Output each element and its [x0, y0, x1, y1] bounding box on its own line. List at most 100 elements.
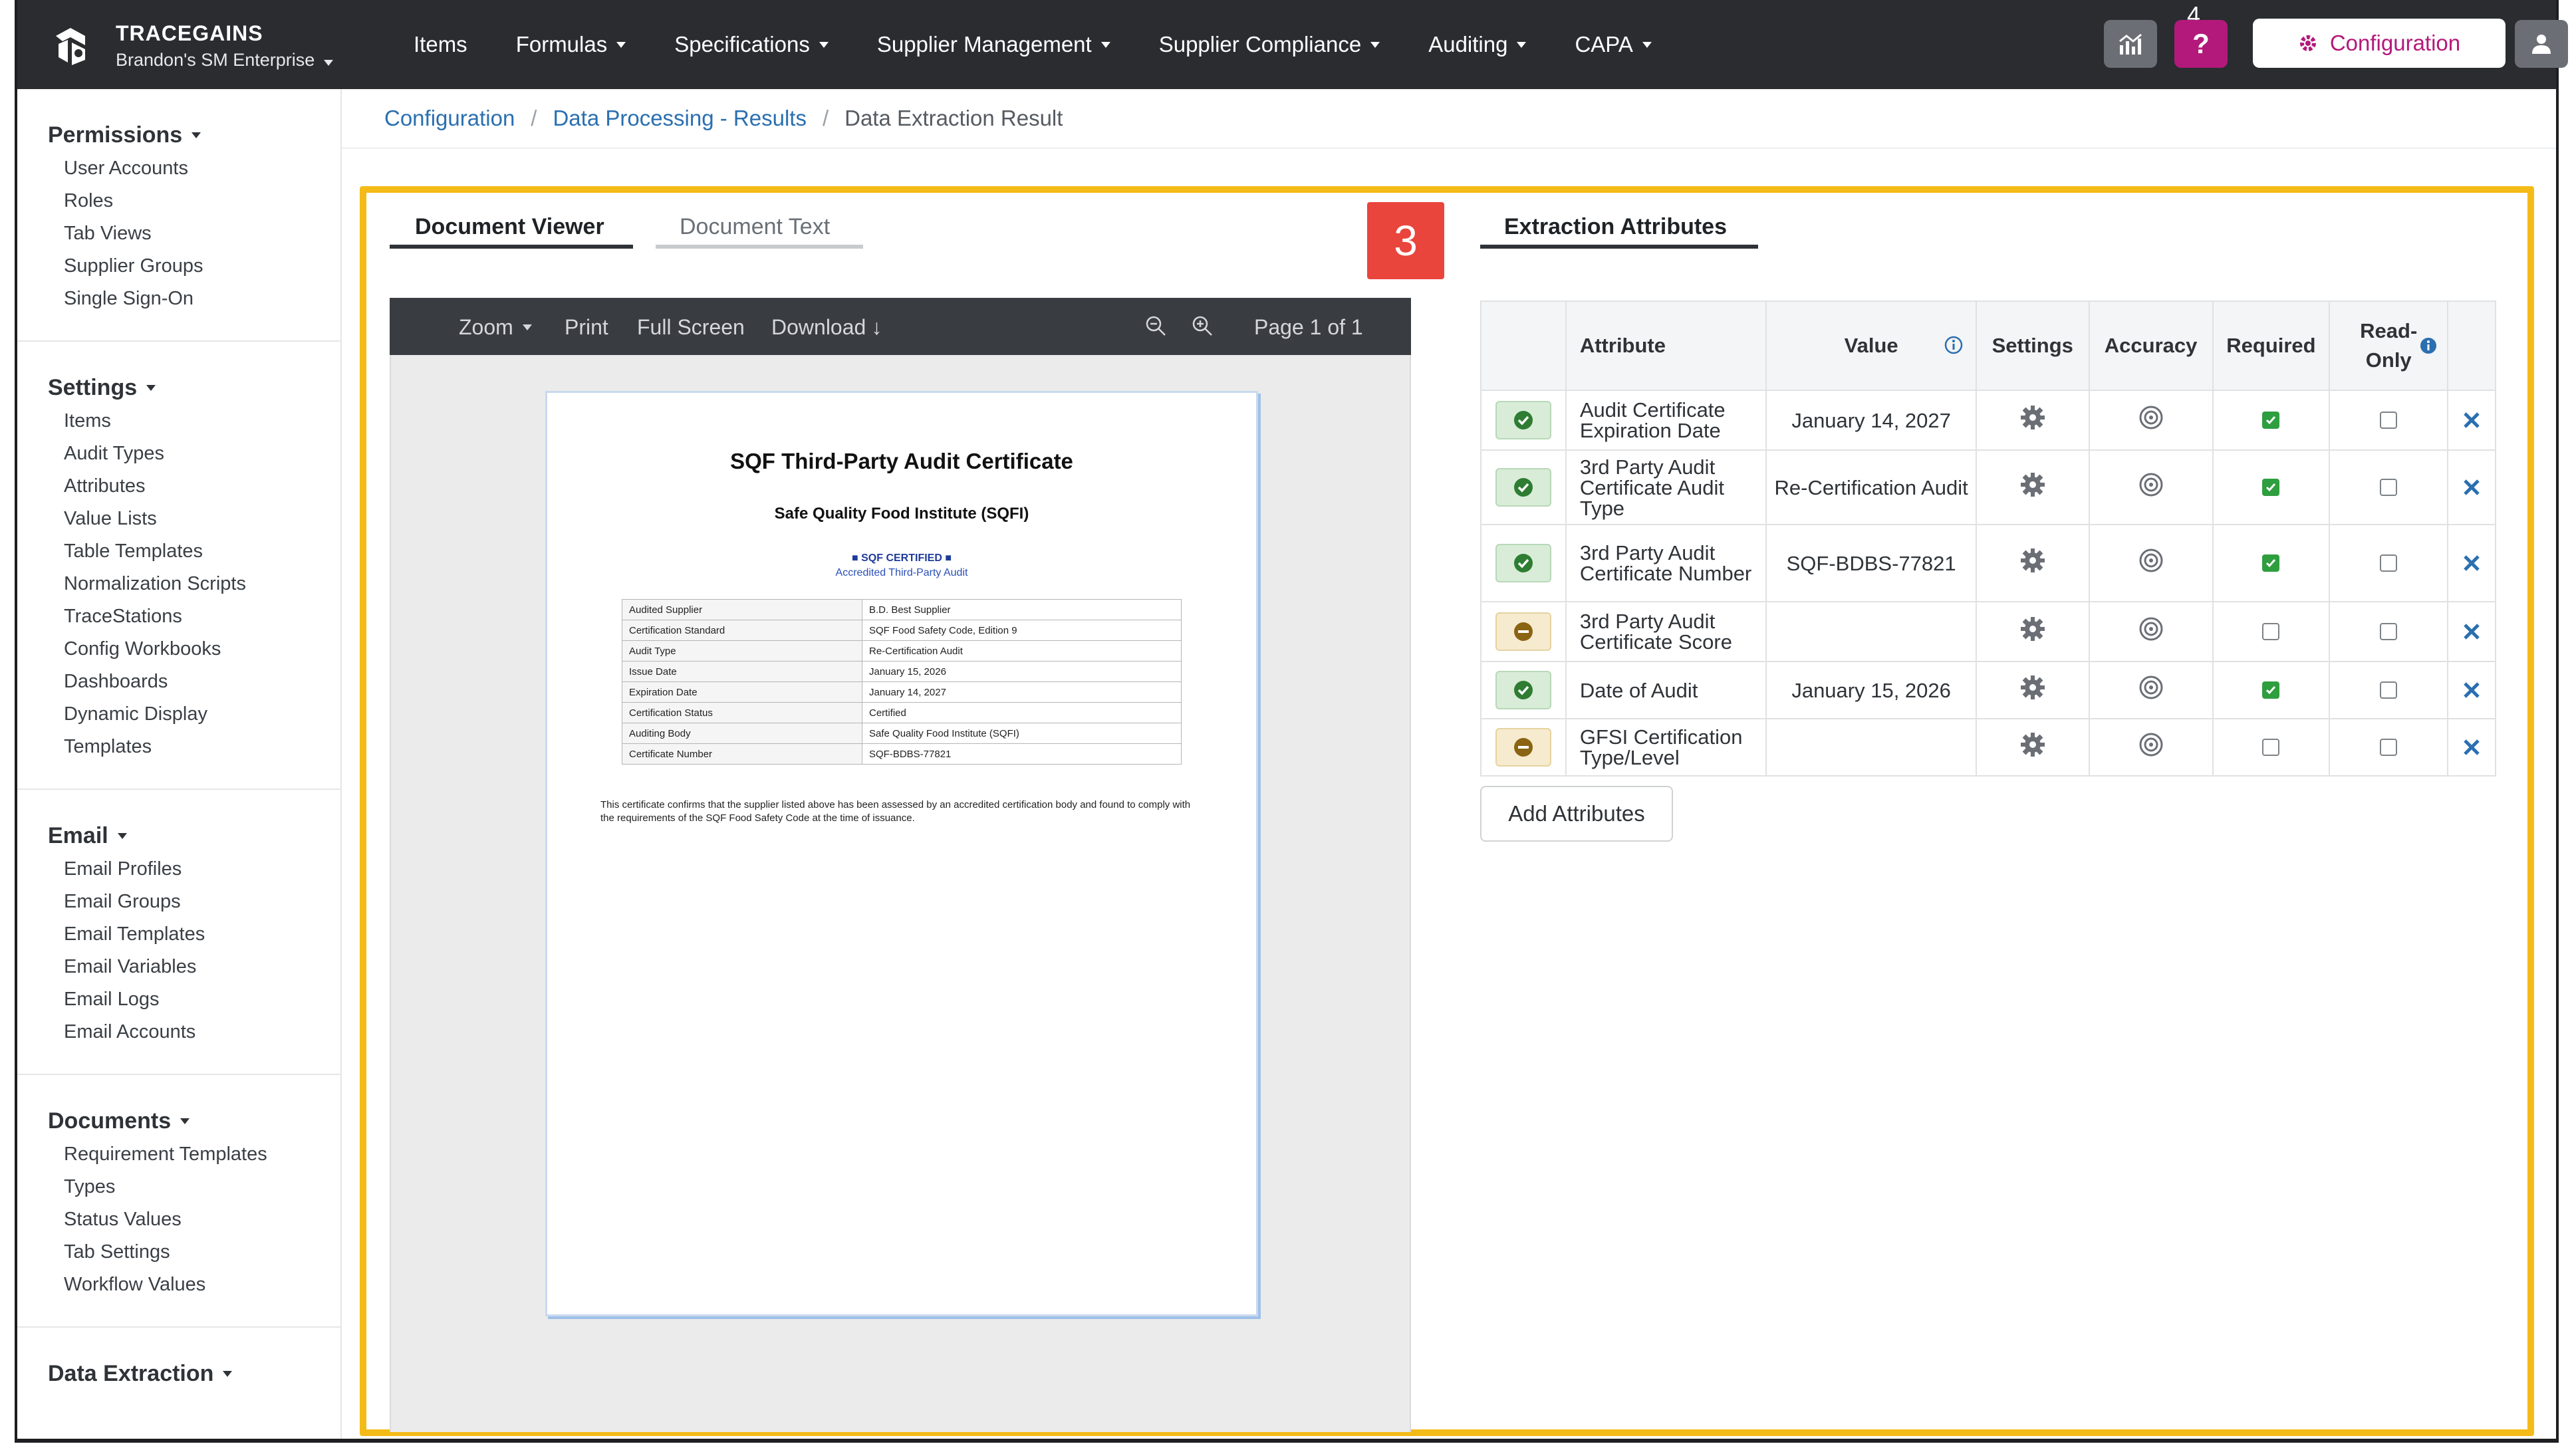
sidebar-item-user-accounts[interactable]: User Accounts	[48, 152, 340, 185]
download-button[interactable]: Download ↓	[771, 315, 882, 340]
remove-attribute-button[interactable]	[2447, 601, 2496, 662]
sidebar-item-status-values[interactable]: Status Values	[48, 1203, 340, 1236]
sidebar-item-email-groups[interactable]: Email Groups	[48, 886, 340, 918]
nav-supplier-compliance[interactable]: Supplier Compliance	[1159, 32, 1380, 57]
settings-button[interactable]	[1975, 601, 2090, 662]
accuracy-button[interactable]	[2088, 524, 2214, 602]
nav-supplier-management[interactable]: Supplier Management	[877, 32, 1110, 57]
sidebar-item-tab-settings[interactable]: Tab Settings	[48, 1236, 340, 1269]
sidebar-item-items[interactable]: Items	[48, 405, 340, 437]
sidebar-item-requirement-templates[interactable]: Requirement Templates	[48, 1138, 340, 1171]
status-cell	[1480, 661, 1567, 719]
read-only-checkbox[interactable]	[2380, 412, 2398, 429]
attribute-name: 3rd Party Audit Certificate Audit Type	[1565, 449, 1767, 525]
accuracy-button[interactable]	[2088, 718, 2214, 777]
sidebar-section-title[interactable]: Settings	[48, 375, 340, 401]
sidebar-item-tab-views[interactable]: Tab Views	[48, 217, 340, 250]
remove-attribute-button[interactable]	[2447, 661, 2496, 719]
extraction-status-badge	[1495, 401, 1551, 439]
tab-document-viewer[interactable]: Document Viewer	[415, 214, 604, 240]
required-checkbox[interactable]	[2262, 681, 2280, 699]
sidebar-item-attributes[interactable]: Attributes	[48, 470, 340, 503]
remove-attribute-button[interactable]	[2447, 449, 2496, 525]
remove-attribute-button[interactable]	[2447, 524, 2496, 602]
chevron-down-icon	[324, 60, 334, 66]
analytics-button[interactable]	[2104, 20, 2157, 68]
sidebar-section-title[interactable]: Data Extraction	[48, 1361, 340, 1387]
required-checkbox[interactable]	[2262, 623, 2280, 640]
check-circle-icon	[1513, 554, 1533, 572]
settings-button[interactable]	[1975, 661, 2090, 719]
configuration-button[interactable]: Configuration	[2253, 19, 2506, 68]
sidebar-item-table-templates[interactable]: Table Templates	[48, 535, 340, 568]
sidebar-section-title[interactable]: Permissions	[48, 122, 340, 148]
zoom-in-button[interactable]	[1192, 315, 1213, 336]
sidebar-item-workflow-values[interactable]: Workflow Values	[48, 1269, 340, 1301]
required-checkbox[interactable]	[2262, 412, 2280, 429]
breadcrumb-configuration[interactable]: Configuration	[384, 106, 515, 131]
sidebar-item-email-logs[interactable]: Email Logs	[48, 983, 340, 1016]
sidebar-item-email-accounts[interactable]: Email Accounts	[48, 1016, 340, 1048]
sidebar-item-email-templates[interactable]: Email Templates	[48, 918, 340, 951]
remove-attribute-button[interactable]	[2447, 718, 2496, 777]
sidebar-item-tracestations[interactable]: TraceStations	[48, 600, 340, 633]
sidebar-item-roles[interactable]: Roles	[48, 185, 340, 217]
settings-button[interactable]	[1975, 390, 2090, 451]
required-checkbox[interactable]	[2262, 479, 2280, 496]
nav-formulas[interactable]: Formulas	[516, 32, 626, 57]
tab-document-text[interactable]: Document Text	[680, 214, 830, 240]
full-screen-button[interactable]: Full Screen	[637, 315, 745, 340]
zoom-out-button[interactable]	[1145, 315, 1166, 336]
sidebar-section-title[interactable]: Email	[48, 823, 340, 849]
settings-button[interactable]	[1975, 524, 2090, 602]
settings-button[interactable]	[1975, 718, 2090, 777]
checkmark-icon	[2266, 559, 2276, 568]
breadcrumb-separator: /	[822, 106, 829, 130]
sidebar-item-audit-types[interactable]: Audit Types	[48, 437, 340, 470]
sidebar-item-normalization-scripts[interactable]: Normalization Scripts	[48, 568, 340, 600]
read-only-checkbox[interactable]	[2380, 623, 2398, 640]
analytics-chart-icon	[2119, 33, 2142, 55]
accuracy-button[interactable]	[2088, 449, 2214, 525]
sidebar-item-types[interactable]: Types	[48, 1171, 340, 1203]
remove-attribute-button[interactable]	[2447, 390, 2496, 451]
read-only-checkbox[interactable]	[2380, 681, 2398, 699]
nav-auditing[interactable]: Auditing	[1428, 32, 1527, 57]
read-only-checkbox[interactable]	[2380, 479, 2398, 496]
sidebar-item-config-workbooks[interactable]: Config Workbooks	[48, 633, 340, 666]
sidebar-item-email-profiles[interactable]: Email Profiles	[48, 853, 340, 886]
nav-specifications[interactable]: Specifications	[674, 32, 829, 57]
zoom-dropdown[interactable]: Zoom	[459, 315, 532, 340]
accuracy-button[interactable]	[2088, 390, 2214, 451]
accuracy-button[interactable]	[2088, 661, 2214, 719]
sidebar-item-single-sign-on[interactable]: Single Sign-On	[48, 283, 340, 315]
sidebar-item-dynamic-display[interactable]: Dynamic Display	[48, 698, 340, 731]
tab-extraction-attributes[interactable]: Extraction Attributes	[1504, 214, 1727, 240]
settings-button[interactable]	[1975, 449, 2090, 525]
sidebar-item-email-variables[interactable]: Email Variables	[48, 951, 340, 983]
info-icon[interactable]	[1944, 335, 1964, 355]
brand[interactable]: TRACEGAINS Brandon's SM Enterprise	[51, 16, 334, 76]
breadcrumb-data-processing-results[interactable]: Data Processing - Results	[553, 106, 806, 131]
user-menu-button[interactable]	[2515, 20, 2568, 68]
sidebar-item-value-lists[interactable]: Value Lists	[48, 503, 340, 535]
sidebar-item-dashboards[interactable]: Dashboards	[48, 666, 340, 698]
add-attributes-button[interactable]: Add Attributes	[1480, 786, 1673, 842]
breadcrumb-current: Data Extraction Result	[844, 106, 1063, 130]
info-icon[interactable]	[2419, 336, 2438, 355]
required-checkbox[interactable]	[2262, 554, 2280, 572]
sidebar-item-templates[interactable]: Templates	[48, 731, 340, 763]
enterprise-selector[interactable]: Brandon's SM Enterprise	[116, 50, 334, 70]
read-only-checkbox[interactable]	[2380, 739, 2398, 756]
read-only-checkbox[interactable]	[2380, 554, 2398, 572]
sidebar-section-title[interactable]: Documents	[48, 1108, 340, 1134]
print-button[interactable]: Print	[565, 315, 608, 340]
nav-capa[interactable]: CAPA	[1575, 32, 1652, 57]
sidebar-item-supplier-groups[interactable]: Supplier Groups	[48, 250, 340, 283]
help-button[interactable]: ?	[2174, 20, 2228, 68]
required-checkbox[interactable]	[2262, 739, 2280, 756]
extraction-status-badge	[1495, 671, 1551, 709]
required-cell	[2212, 390, 2331, 451]
nav-items[interactable]: Items	[414, 32, 467, 57]
accuracy-button[interactable]	[2088, 601, 2214, 662]
